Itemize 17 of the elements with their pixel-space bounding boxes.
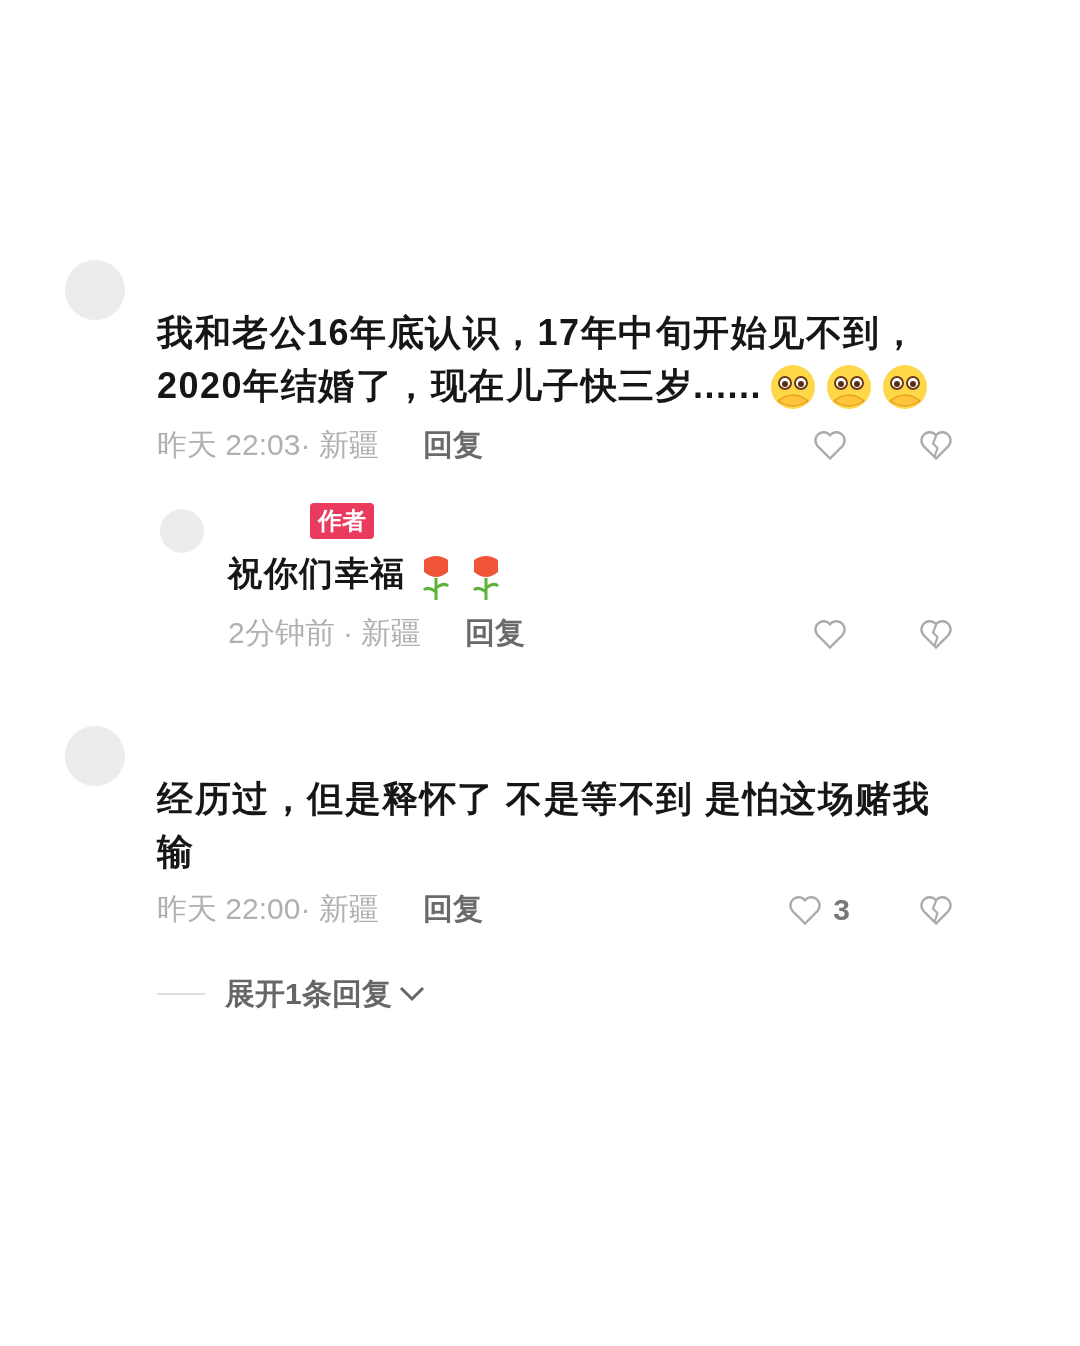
reply-button[interactable]: 回复 [422,889,483,930]
reply-time-location: 2分钟前 · 新疆 [228,615,422,651]
like-button[interactable] [812,428,848,463]
reply-button[interactable]: 回复 [465,613,526,654]
expand-replies-button[interactable]: 展开1条回复 [225,973,426,1015]
comment-text: 我和老公16年底认识，17年中旬开始见不到，2020年结婚了，现在儿子快三岁...... [157,306,954,414]
dislike-button[interactable] [918,428,954,463]
reply-button[interactable]: 回复 [422,425,483,466]
author-badge: 作者 [310,503,374,540]
broken-heart-icon [918,428,954,463]
heart-icon [812,428,848,463]
comment-time-location: 昨天 22:03· 新疆 [157,427,379,463]
comment-time-location: 昨天 22:00· 新疆 [157,891,379,927]
comment-text: 经历过，但是释怀了 不是等不到 是怕这场赌我输 [157,776,931,874]
reply-text: 祝你们幸福 [228,547,954,602]
like-button[interactable]: 3 [787,892,850,927]
chevron-down-icon [397,985,426,1003]
